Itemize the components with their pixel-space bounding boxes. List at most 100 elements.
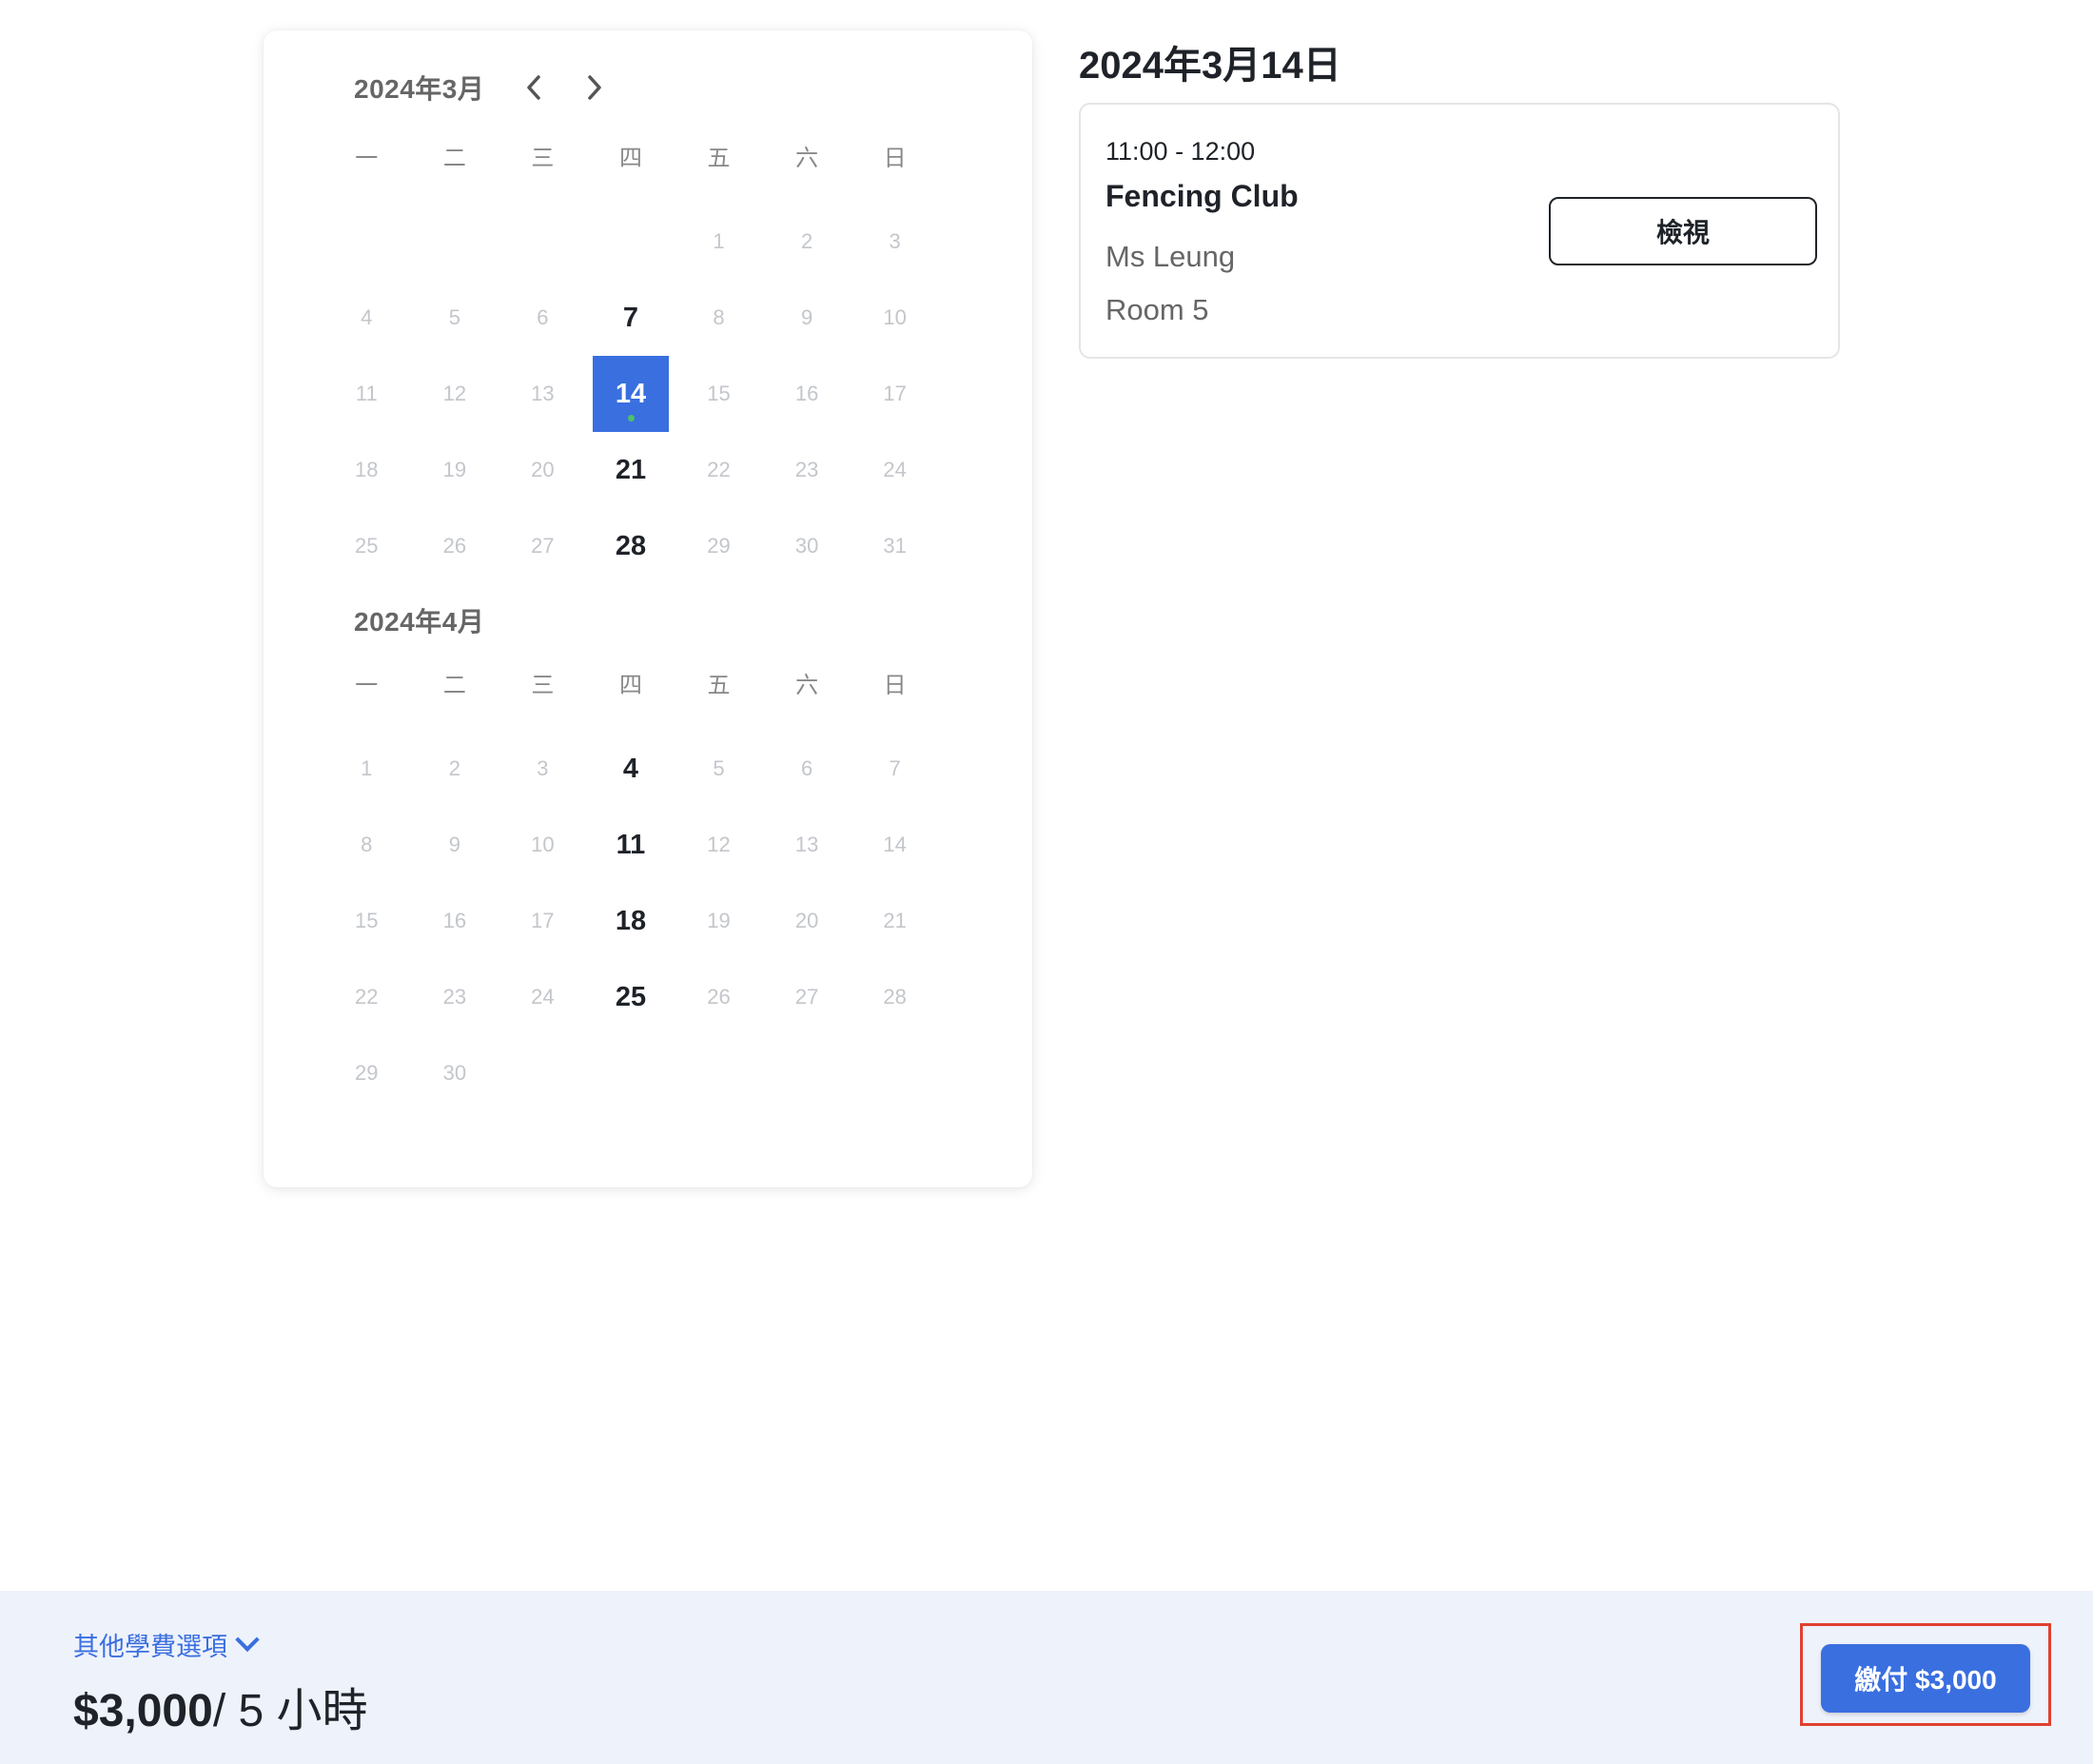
weekday-label: 六 [795, 146, 819, 171]
event-time: 11:00 - 12:00 [1105, 137, 1256, 166]
day-cell: 5 [448, 305, 460, 329]
day-cell: 20 [794, 909, 819, 932]
month-title: 2024年4月 [354, 607, 485, 637]
day-cell: 30 [794, 534, 819, 558]
day-cell: 22 [707, 458, 731, 481]
day-cell: 18 [355, 458, 379, 481]
month-title: 2024年3月 [354, 74, 485, 104]
day-cell-available[interactable]: 4 [587, 731, 675, 807]
day-cell: 23 [794, 458, 819, 481]
day-cell: 11 [355, 382, 378, 405]
event-title: Fencing Club [1105, 179, 1299, 213]
day-cell: 13 [531, 382, 555, 405]
price-line: $3,000/ 5 小時 [73, 1673, 368, 1739]
day-cell: 26 [442, 534, 467, 558]
prev-month-button[interactable] [517, 70, 551, 105]
day-cell: 21 [883, 909, 907, 932]
day-blank [587, 204, 675, 280]
day-cell: 23 [442, 985, 467, 1009]
weekday-label: 四 [618, 673, 642, 698]
weekday-label: 二 [442, 673, 466, 698]
chevron-down-icon [235, 1627, 260, 1652]
days-grid-march: 1 2 3 4 5 6 7 8 9 10 11 12 13 14 15 16 17 18 19 20 21 22 23 24 2… [323, 204, 939, 584]
day-cell: 7 [889, 756, 901, 780]
weekday-label: 三 [531, 146, 555, 171]
day-cell: 16 [794, 382, 819, 405]
event-teacher: Ms Leung [1105, 240, 1236, 273]
day-cell: 8 [713, 305, 725, 329]
calendar-card: 2024年3月 一二三四五六日 1 2 3 4 5 6 7 8 9 10 11 12 13 14 15 16 1… [264, 30, 1032, 1187]
weekday-label: 三 [531, 673, 555, 698]
price-amount: $3,000 [73, 1686, 213, 1736]
day-cell: 30 [442, 1061, 467, 1085]
day-cell: 1 [713, 229, 725, 253]
day-cell: 19 [442, 458, 467, 481]
weekday-label: 日 [883, 146, 907, 171]
day-cell: 20 [531, 458, 555, 481]
day-cell-selected[interactable]: 14 [587, 356, 675, 432]
day-cell: 9 [800, 305, 813, 329]
weekday-label: 一 [355, 146, 379, 171]
pay-button[interactable]: 繳付 $3,000 [1821, 1644, 2030, 1713]
price-unit: / 5 小時 [212, 1686, 368, 1736]
day-cell: 10 [531, 833, 555, 856]
day-cell: 6 [537, 305, 549, 329]
day-cell: 29 [707, 534, 731, 558]
day-cell: 16 [442, 909, 467, 932]
day-cell: 31 [883, 534, 907, 558]
weekday-label: 五 [707, 673, 731, 698]
day-cell: 17 [883, 382, 907, 405]
day-cell: 24 [883, 458, 907, 481]
weekday-label: 一 [355, 673, 379, 698]
view-button[interactable]: 檢視 [1549, 197, 1817, 265]
weekday-label: 六 [795, 673, 819, 698]
weekday-header: 一二三四五六日 [323, 138, 939, 180]
day-cell-available[interactable]: 25 [587, 959, 675, 1035]
day-cell: 2 [800, 229, 813, 253]
weekday-label: 四 [618, 146, 642, 171]
footer-bar: 其他學費選項 $3,000/ 5 小時 繳付 $3,000 [0, 1591, 2093, 1764]
day-number: 14 [615, 378, 647, 409]
day-cell: 26 [707, 985, 731, 1009]
day-cell: 15 [707, 382, 731, 405]
day-blank [499, 204, 587, 280]
month-header-april: 2024年4月 [354, 601, 484, 639]
day-cell: 28 [883, 985, 907, 1009]
day-cell-available[interactable]: 11 [587, 807, 675, 883]
day-cell-available[interactable]: 7 [587, 280, 675, 356]
day-cell: 9 [448, 833, 460, 856]
more-fee-options-toggle[interactable]: 其他學費選項 [73, 1626, 260, 1663]
day-cell: 17 [531, 909, 555, 932]
day-cell: 27 [794, 985, 819, 1009]
day-cell: 8 [361, 833, 373, 856]
day-cell-available[interactable]: 18 [587, 883, 675, 959]
day-cell-available[interactable]: 21 [587, 432, 675, 508]
chevron-left-icon [527, 75, 541, 100]
day-cell: 5 [713, 756, 725, 780]
selected-date-heading: 2024年3月14日 [1079, 45, 1341, 87]
month-header-march: 2024年3月 [354, 69, 612, 107]
weekday-label: 日 [883, 673, 907, 698]
event-card: 11:00 - 12:00 Fencing Club Ms Leung Room… [1079, 103, 1840, 359]
day-cell: 12 [707, 833, 731, 856]
day-cell: 1 [361, 756, 373, 780]
day-cell: 3 [889, 229, 901, 253]
day-blank [323, 204, 411, 280]
day-cell: 25 [355, 534, 379, 558]
more-fee-options-label: 其他學費選項 [73, 1633, 227, 1661]
day-cell: 4 [361, 305, 373, 329]
weekday-label: 二 [442, 146, 466, 171]
days-grid-april: 1 2 3 4 5 6 7 8 9 10 11 12 13 14 15 16 17 18 19 20 21 22 23 24 2… [323, 731, 939, 1111]
day-cell: 13 [794, 833, 819, 856]
chevron-right-icon [588, 75, 602, 100]
day-cell: 29 [355, 1061, 379, 1085]
day-blank [411, 204, 499, 280]
day-cell: 15 [355, 909, 379, 932]
event-dot-icon [627, 415, 635, 421]
weekday-label: 五 [707, 146, 731, 171]
day-cell: 19 [707, 909, 731, 932]
day-cell: 6 [800, 756, 813, 780]
day-cell: 24 [531, 985, 555, 1009]
day-cell-available[interactable]: 28 [587, 508, 675, 584]
next-month-button[interactable] [577, 70, 612, 105]
